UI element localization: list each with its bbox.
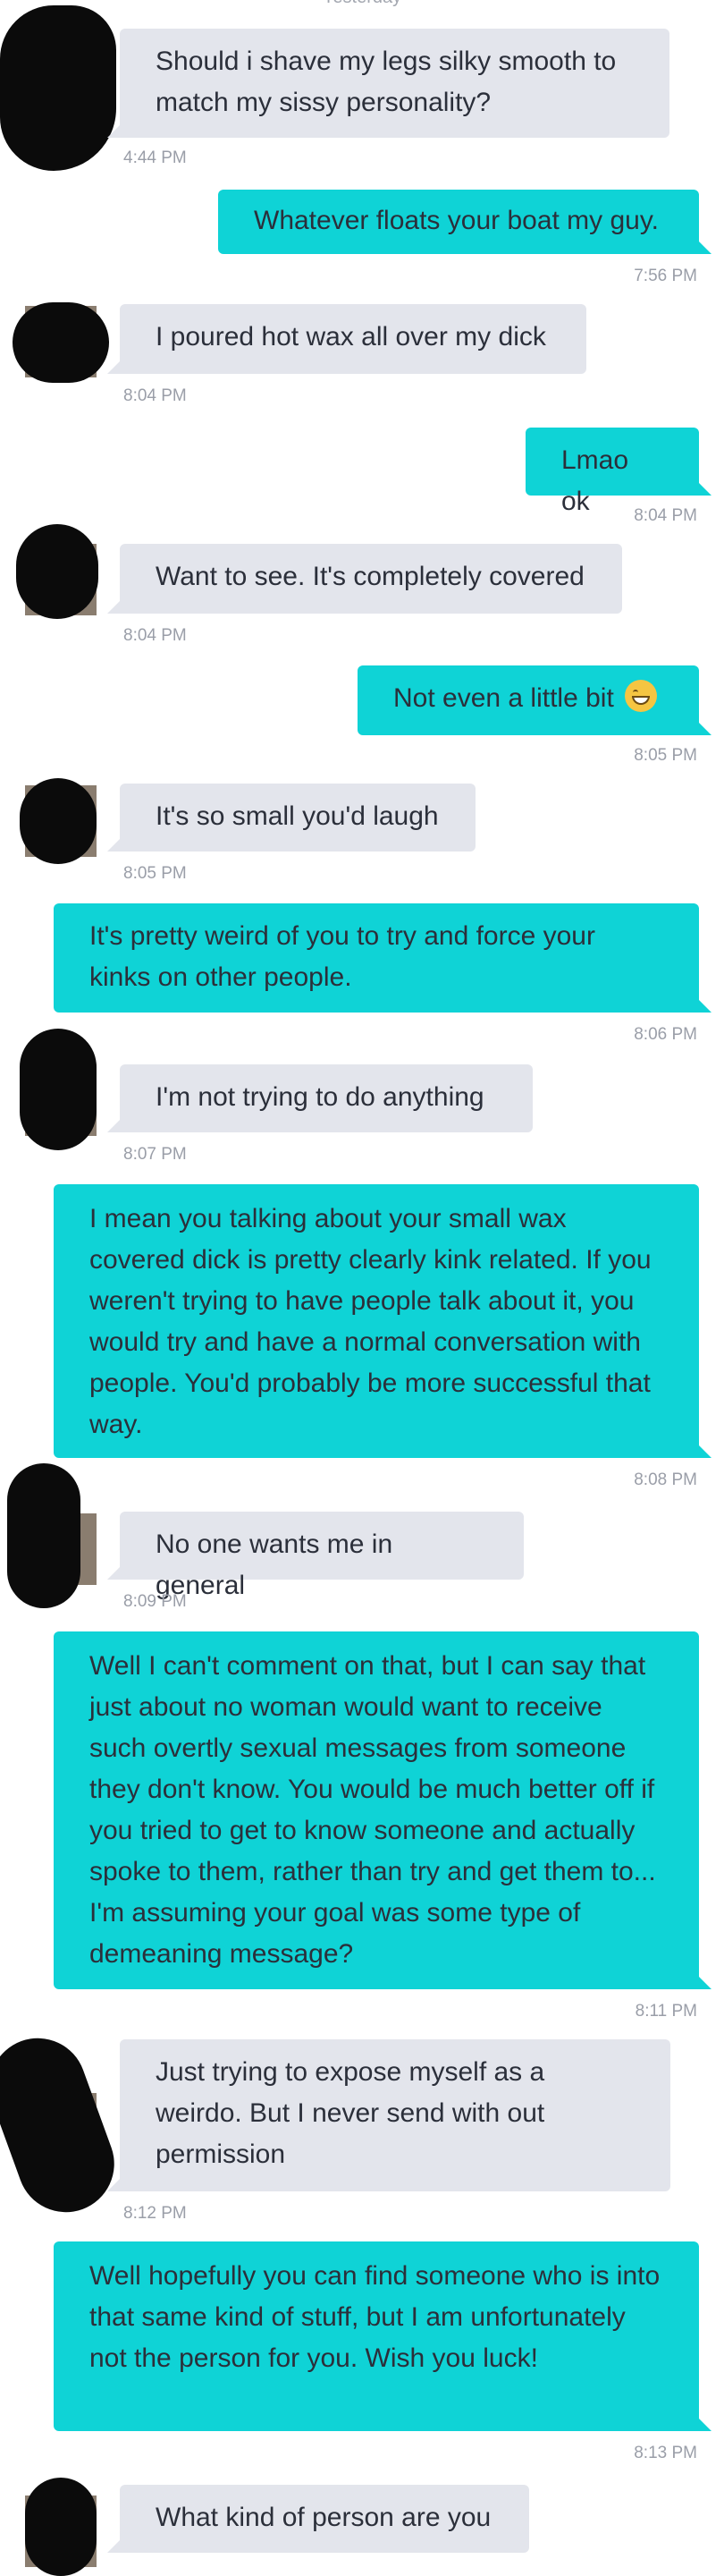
message-bubble-outgoing[interactable]: Not even a little bit	[358, 665, 711, 735]
message-bubble-incoming[interactable]: What kind of person are you	[107, 2485, 529, 2553]
message-text: I poured hot wax all over my dick	[156, 322, 546, 352]
message-bubble-outgoing[interactable]: I mean you talking about your small wax …	[54, 1184, 711, 1458]
message-bubble-incoming[interactable]: Should i shave my legs silky smooth to m…	[107, 29, 669, 138]
message-text: What kind of person are you	[156, 2503, 492, 2532]
avatar[interactable]	[20, 1029, 97, 1150]
message-text: Should i shave my legs silky smooth to m…	[156, 47, 617, 117]
message-text: Well hopefully you can find someone who …	[89, 2261, 661, 2373]
message-text: Want to see. It's completely covered	[156, 562, 585, 591]
message-bubble-incoming[interactable]: Want to see. It's completely covered	[107, 544, 622, 614]
message-timestamp: 4:44 PM	[123, 148, 187, 167]
message-text: I'm not trying to do anything	[156, 1082, 484, 1112]
message-bubble-outgoing[interactable]: Whatever floats your boat my guy.	[218, 190, 711, 254]
avatar[interactable]	[0, 2024, 128, 2226]
message-bubble-incoming[interactable]: I poured hot wax all over my dick	[107, 304, 586, 374]
message-timestamp: 8:07 PM	[123, 1145, 187, 1164]
message-text: It's so small you'd laugh	[156, 801, 439, 831]
message-timestamp: 8:06 PM	[634, 1025, 697, 1044]
message-bubble-incoming[interactable]: Just trying to expose myself as a weirdo…	[107, 2039, 670, 2191]
message-text: Well I can't comment on that, but I can …	[89, 1651, 656, 1969]
message-bubble-outgoing[interactable]: It's pretty weird of you to try and forc…	[54, 903, 711, 1013]
message-text: Lmao ok	[561, 445, 629, 516]
message-timestamp: 8:13 PM	[634, 2444, 697, 2462]
message-text: No one wants me in general	[156, 1530, 393, 1600]
message-bubble-outgoing[interactable]: Lmao ok	[526, 428, 711, 516]
avatar[interactable]	[25, 2478, 97, 2576]
message-bubble-outgoing[interactable]: Well I can't comment on that, but I can …	[54, 1631, 711, 1989]
message-text: It's pretty weird of you to try and forc…	[89, 921, 595, 992]
grinning-sweat-emoji	[625, 680, 658, 712]
message-bubble-outgoing[interactable]: Well hopefully you can find someone who …	[54, 2241, 711, 2431]
message-text: Not even a little bit	[393, 683, 614, 713]
message-bubble-incoming[interactable]: I'm not trying to do anything	[107, 1064, 533, 1132]
avatar[interactable]	[16, 524, 98, 619]
avatar[interactable]	[0, 5, 116, 171]
message-timestamp: 8:05 PM	[634, 746, 697, 765]
message-timestamp: 8:04 PM	[123, 626, 187, 645]
avatar[interactable]	[20, 778, 97, 864]
message-bubble-incoming[interactable]: It's so small you'd laugh	[107, 784, 476, 852]
message-timestamp: 8:04 PM	[634, 506, 697, 525]
message-timestamp: 8:11 PM	[635, 2002, 697, 2021]
message-bubble-incoming[interactable]: No one wants me in general	[107, 1512, 524, 1600]
message-timestamp: 8:04 PM	[123, 386, 187, 405]
message-timestamp: 7:56 PM	[634, 267, 697, 285]
date-header: Yesterday	[0, 0, 724, 8]
message-text: Just trying to expose myself as a weirdo…	[156, 2057, 545, 2169]
message-timestamp: 8:09 PM	[123, 1592, 187, 1611]
message-text: I mean you talking about your small wax …	[89, 1204, 652, 1439]
message-timestamp: 8:08 PM	[634, 1470, 697, 1489]
message-timestamp: 8:05 PM	[123, 864, 187, 883]
message-text: Whatever floats your boat my guy.	[254, 206, 659, 235]
avatar[interactable]	[7, 1463, 80, 1608]
avatar[interactable]	[13, 302, 109, 383]
message-timestamp: 8:12 PM	[123, 2204, 187, 2223]
